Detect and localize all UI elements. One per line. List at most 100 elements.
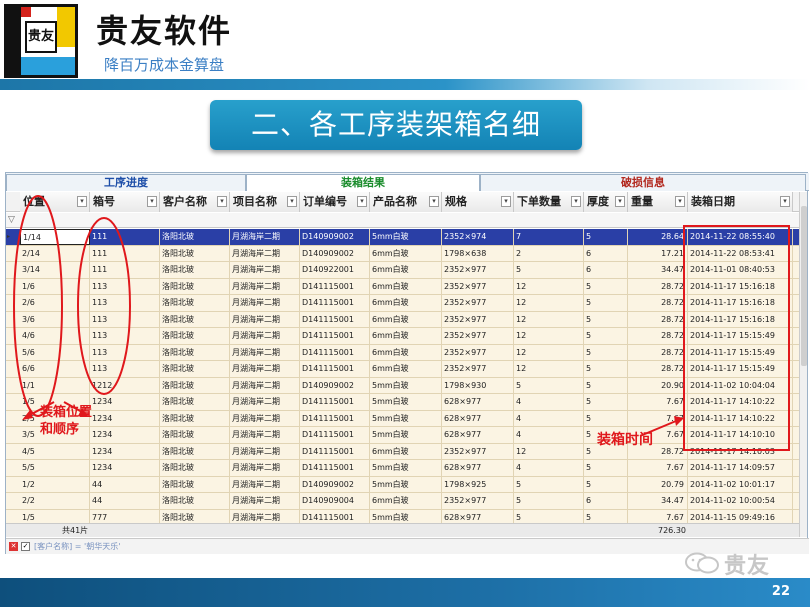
col-customer-cell[interactable]: 洛阳北玻 — [160, 295, 230, 311]
table-row[interactable]: 5/6 113 洛阳北玻 月湖海岸二期 D141115001 6mm白玻 2352×977 1… — [6, 344, 801, 361]
vertical-scrollbar[interactable] — [799, 192, 807, 537]
col-order-qty-cell[interactable]: 4 — [514, 427, 584, 443]
col-pack-date-cell[interactable]: 2014-11-17 15:15:49 — [688, 361, 793, 377]
scrollbar-thumb[interactable] — [801, 206, 807, 366]
column-filter-dropdown-icon[interactable]: ▾ — [357, 196, 367, 207]
col-spec-cell[interactable]: 628×977 — [442, 460, 514, 476]
col-spec-cell[interactable]: 2352×977 — [442, 278, 514, 295]
col-product-cell[interactable]: 6mm白玻 — [370, 493, 442, 509]
col-order-qty-cell[interactable]: 12 — [514, 361, 584, 377]
col-customer-cell[interactable]: 洛阳北玻 — [160, 328, 230, 344]
col-customer-cell[interactable]: 洛阳北玻 — [160, 377, 230, 394]
col-order-qty-cell[interactable]: 12 — [514, 443, 584, 460]
col-customer-cell[interactable]: 洛阳北玻 — [160, 311, 230, 328]
col-project-cell[interactable]: 月湖海岸二期 — [230, 311, 300, 328]
col-project-cell[interactable]: 月湖海岸二期 — [230, 493, 300, 509]
col-customer-cell[interactable]: 洛阳北玻 — [160, 344, 230, 361]
col-spec-cell[interactable]: 2352×977 — [442, 344, 514, 361]
col-pack-date-cell[interactable]: 2014-11-22 08:55:40 — [688, 229, 793, 245]
col-thickness-cell[interactable]: 5 — [584, 311, 628, 328]
col-thickness-header[interactable]: 厚度 ▾ — [584, 192, 628, 212]
col-customer-cell[interactable]: 洛阳北玻 — [160, 278, 230, 295]
col-order-qty-cell[interactable]: 5 — [514, 377, 584, 394]
col-product-cell[interactable]: 6mm白玻 — [370, 262, 442, 278]
col-pack-date-cell[interactable]: 2014-11-22 08:53:41 — [688, 245, 793, 262]
col-order-no-cell[interactable]: D141115001 — [300, 278, 370, 295]
col-customer-cell[interactable]: 洛阳北玻 — [160, 460, 230, 476]
col-position-cell[interactable]: 2/6 — [20, 295, 90, 311]
col-product-cell[interactable]: 5mm白玻 — [370, 476, 442, 493]
col-position-cell[interactable]: 4/5 — [20, 443, 90, 460]
col-weight-cell[interactable]: 7.67 — [628, 410, 688, 427]
col-pack-date-cell[interactable]: 2014-11-17 14:09:57 — [688, 460, 793, 476]
col-product-cell[interactable]: 5mm白玻 — [370, 410, 442, 427]
col-customer-cell[interactable]: 洛阳北玻 — [160, 361, 230, 377]
col-weight-cell[interactable]: 28.72 — [628, 295, 688, 311]
col-position-cell[interactable]: 5/6 — [20, 344, 90, 361]
col-project-cell[interactable]: 月湖海岸二期 — [230, 344, 300, 361]
col-thickness-cell[interactable]: 5 — [584, 394, 628, 410]
col-order-qty-cell[interactable]: 12 — [514, 328, 584, 344]
tab-process-progress[interactable]: 工序进度 — [6, 174, 246, 191]
col-customer-cell[interactable]: 洛阳北玻 — [160, 476, 230, 493]
col-product-cell[interactable]: 6mm白玻 — [370, 361, 442, 377]
col-project-cell[interactable]: 月湖海岸二期 — [230, 427, 300, 443]
col-thickness-cell[interactable]: 5 — [584, 377, 628, 394]
clear-filter-icon[interactable]: ✕ — [9, 542, 18, 551]
col-position-cell[interactable]: 1/2 — [20, 476, 90, 493]
col-weight-cell[interactable]: 7.67 — [628, 394, 688, 410]
filter-row[interactable]: ▽ — [6, 213, 801, 228]
col-product-cell[interactable]: 5mm白玻 — [370, 229, 442, 245]
table-row[interactable]: 1/2 44 洛阳北玻 月湖海岸二期 D140909002 5mm白玻 1798×925 5 5… — [6, 476, 801, 493]
col-customer-cell[interactable]: 洛阳北玻 — [160, 245, 230, 262]
col-pack-date-cell[interactable]: 2014-11-17 15:15:49 — [688, 344, 793, 361]
col-order-no-cell[interactable]: D140909002 — [300, 377, 370, 394]
col-order-no-cell[interactable]: D141115001 — [300, 361, 370, 377]
col-box-no-cell[interactable]: 44 — [90, 493, 160, 509]
filter-icon[interactable]: ▽ — [8, 215, 15, 225]
col-position-cell[interactable]: 2/14 — [20, 245, 90, 262]
col-customer-cell[interactable]: 洛阳北玻 — [160, 229, 230, 245]
col-spec-cell[interactable]: 628×977 — [442, 427, 514, 443]
col-box-no-cell[interactable]: 113 — [90, 311, 160, 328]
col-spec-cell[interactable]: 2352×977 — [442, 295, 514, 311]
col-thickness-cell[interactable]: 5 — [584, 460, 628, 476]
col-product-cell[interactable]: 5mm白玻 — [370, 460, 442, 476]
col-order-no-cell[interactable]: D140909002 — [300, 229, 370, 245]
col-weight-cell[interactable]: 34.47 — [628, 493, 688, 509]
col-project-cell[interactable]: 月湖海岸二期 — [230, 295, 300, 311]
col-weight-cell[interactable]: 28.72 — [628, 361, 688, 377]
table-row[interactable]: 6/6 113 洛阳北玻 月湖海岸二期 D141115001 6mm白玻 2352×977 1… — [6, 361, 801, 378]
col-product-cell[interactable]: 6mm白玻 — [370, 443, 442, 460]
col-order-no-cell[interactable]: D141115001 — [300, 427, 370, 443]
column-filter-dropdown-icon[interactable]: ▾ — [571, 196, 581, 207]
col-order-qty-cell[interactable]: 5 — [514, 262, 584, 278]
column-filter-dropdown-icon[interactable]: ▾ — [780, 196, 790, 207]
col-thickness-cell[interactable]: 5 — [584, 229, 628, 245]
col-product-cell[interactable]: 6mm白玻 — [370, 344, 442, 361]
col-box-no-cell[interactable]: 113 — [90, 344, 160, 361]
col-project-header[interactable]: 项目名称 ▾ — [230, 192, 300, 212]
col-order-no-cell[interactable]: D141115001 — [300, 344, 370, 361]
table-row[interactable]: 4/5 1234 洛阳北玻 月湖海岸二期 D141115001 6mm白玻 2352×977… — [6, 443, 801, 460]
col-customer-cell[interactable]: 洛阳北玻 — [160, 427, 230, 443]
col-spec-cell[interactable]: 1798×930 — [442, 377, 514, 394]
tab-breakage-info[interactable]: 破损信息 — [480, 174, 806, 191]
col-order-qty-cell[interactable]: 12 — [514, 311, 584, 328]
col-order-qty-cell[interactable]: 12 — [514, 344, 584, 361]
col-project-cell[interactable]: 月湖海岸二期 — [230, 476, 300, 493]
col-order-qty-header[interactable]: 下单数量 ▾ — [514, 192, 584, 212]
col-customer-cell[interactable]: 洛阳北玻 — [160, 394, 230, 410]
col-box-no-cell[interactable]: 113 — [90, 295, 160, 311]
col-thickness-cell[interactable]: 5 — [584, 476, 628, 493]
col-project-cell[interactable]: 月湖海岸二期 — [230, 328, 300, 344]
col-weight-cell[interactable]: 17.21 — [628, 245, 688, 262]
col-position-cell[interactable]: 3/6 — [20, 311, 90, 328]
table-row[interactable]: 1/1 1212 洛阳北玻 月湖海岸二期 D140909002 5mm白玻 1798×930… — [6, 377, 801, 394]
col-product-cell[interactable]: 6mm白玻 — [370, 295, 442, 311]
table-row[interactable]: 1/6 113 洛阳北玻 月湖海岸二期 D141115001 6mm白玻 2352×977 1… — [6, 278, 801, 295]
col-spec-cell[interactable]: 1798×638 — [442, 245, 514, 262]
col-order-no-cell[interactable]: D140909004 — [300, 493, 370, 509]
col-order-qty-cell[interactable]: 4 — [514, 410, 584, 427]
col-order-qty-cell[interactable]: 4 — [514, 460, 584, 476]
